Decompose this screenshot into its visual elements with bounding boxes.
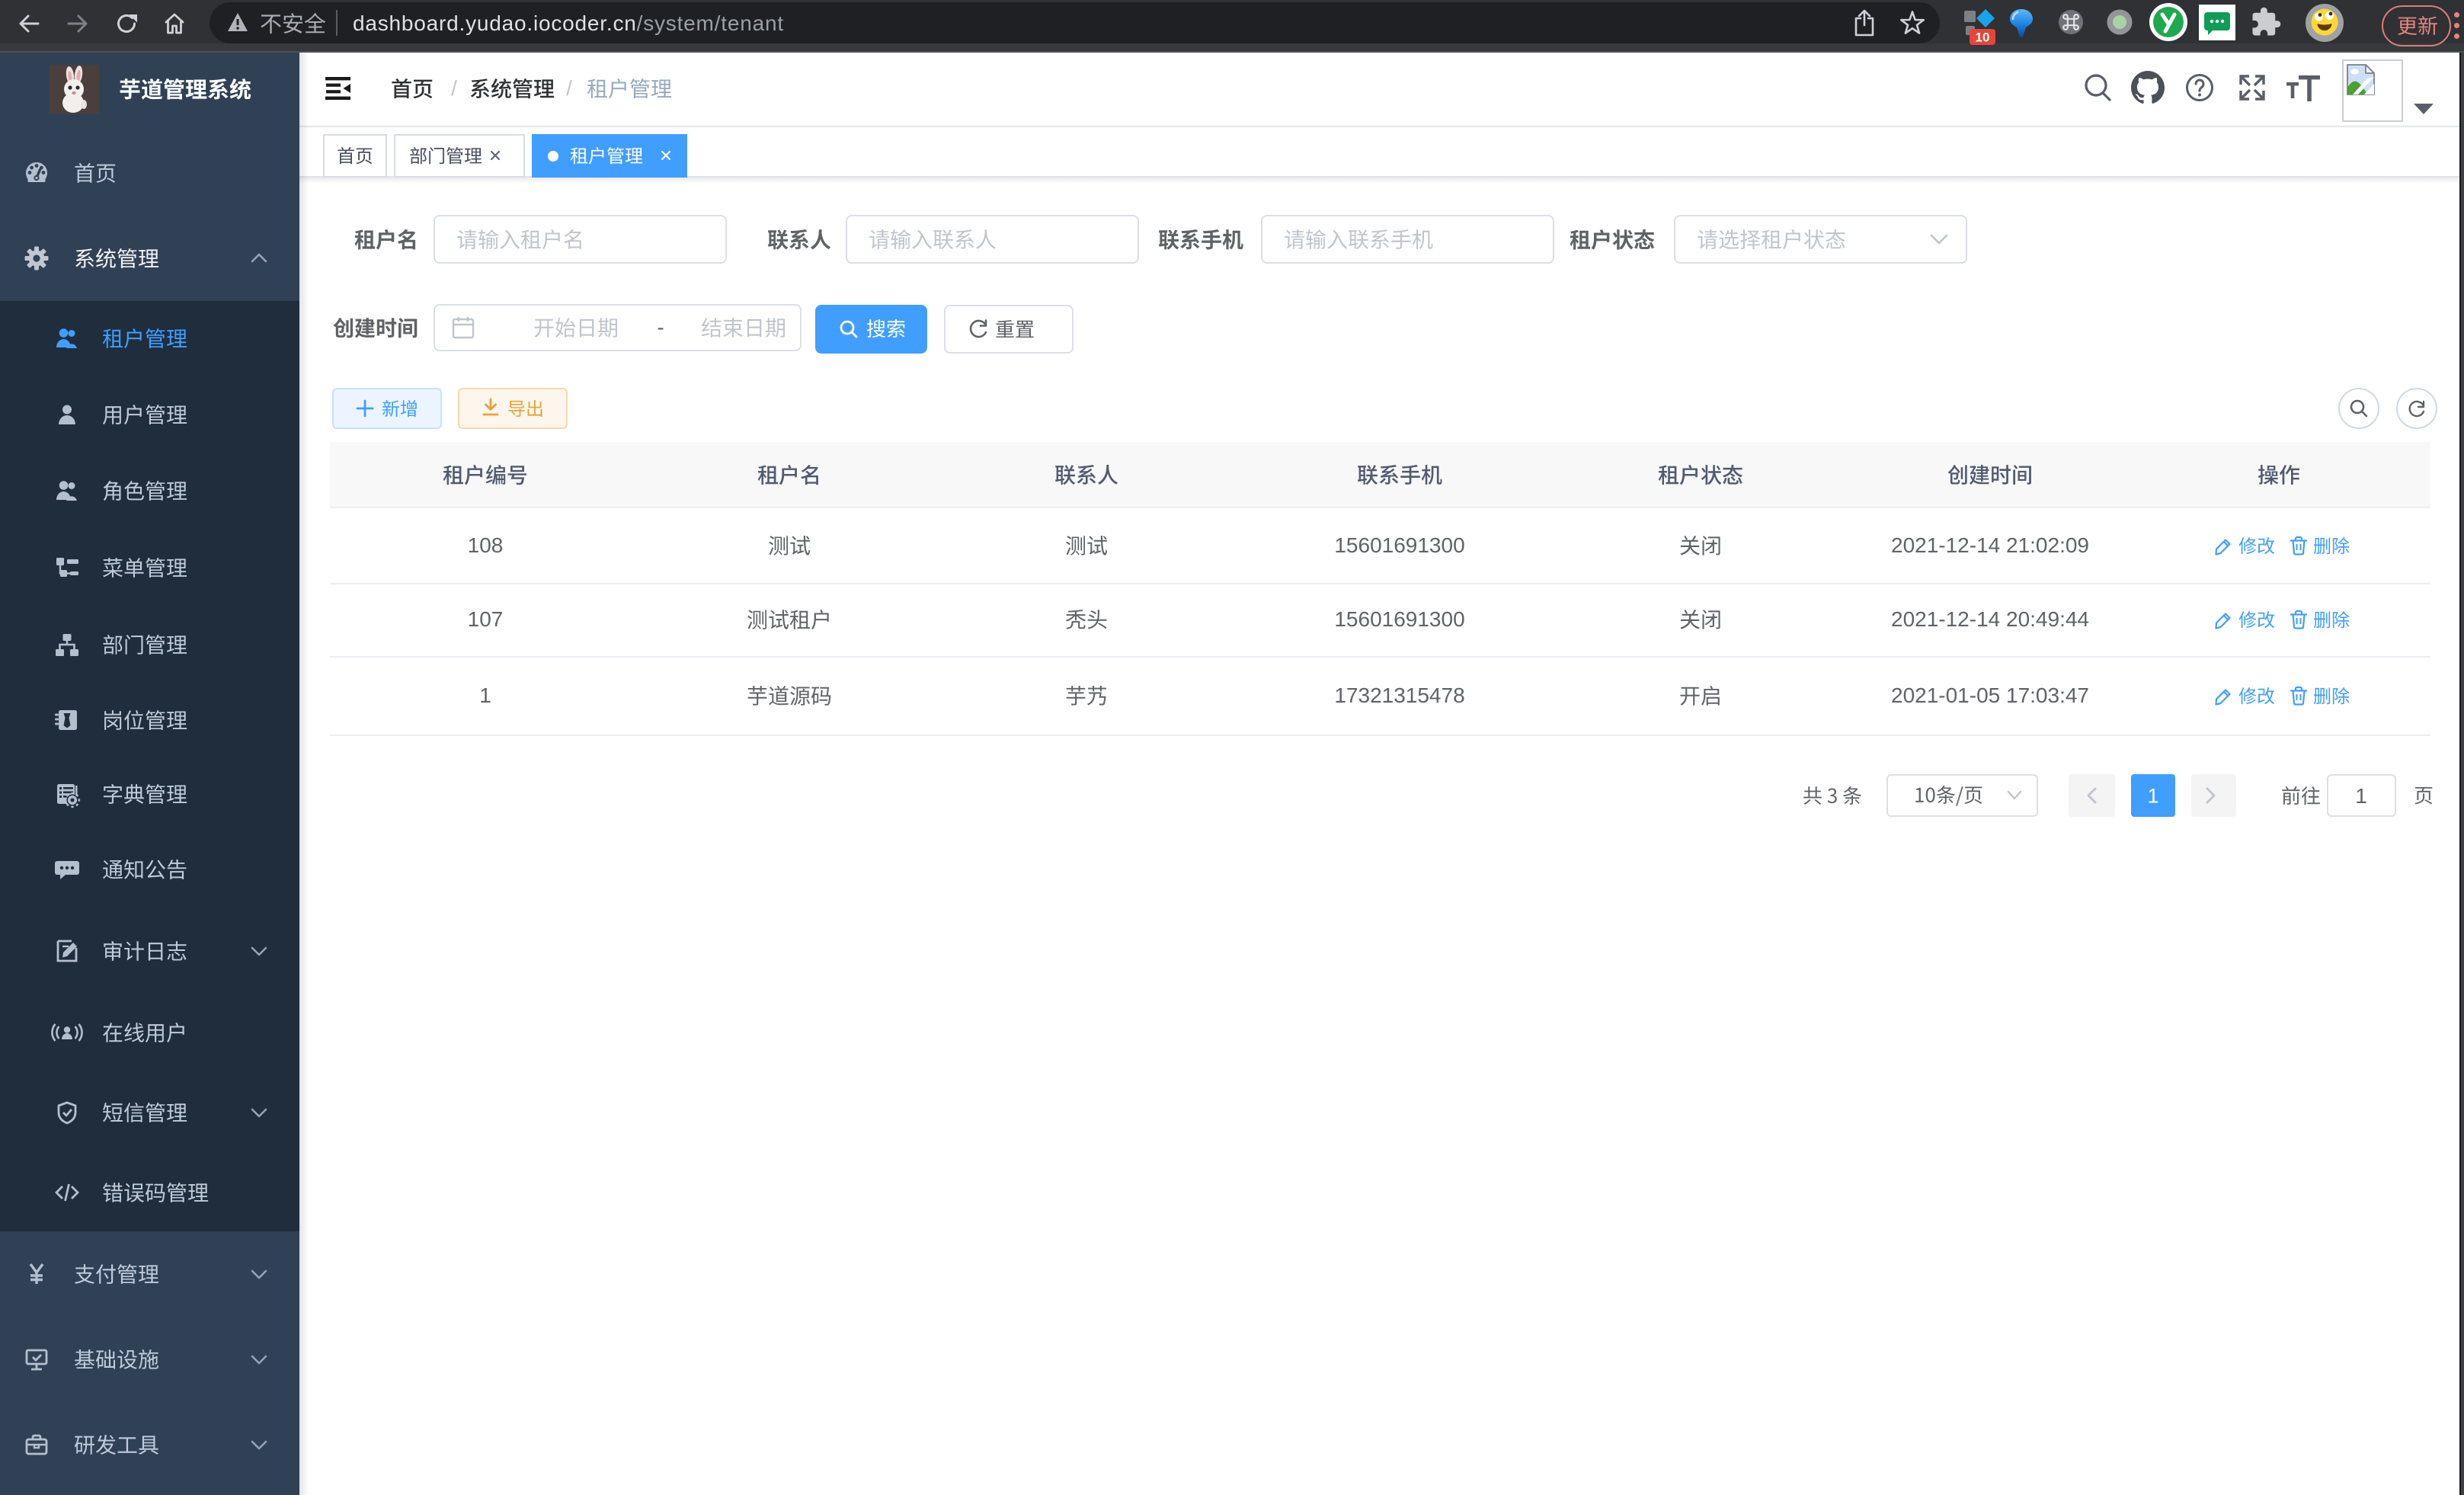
svg-text:10: 10 bbox=[1976, 30, 1990, 45]
